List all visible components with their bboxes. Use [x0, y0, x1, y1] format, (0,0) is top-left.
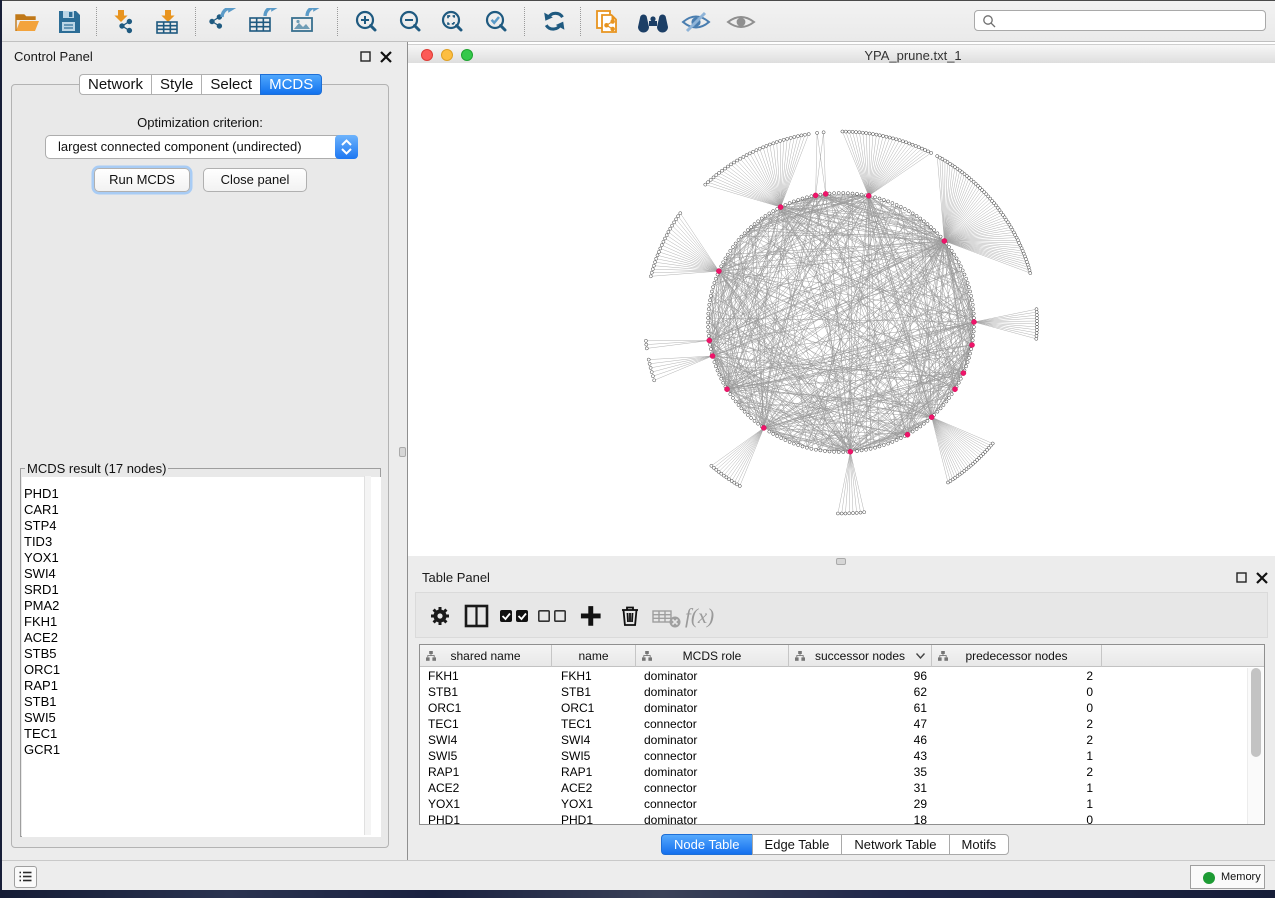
svg-text:f(x): f(x) — [685, 604, 714, 628]
